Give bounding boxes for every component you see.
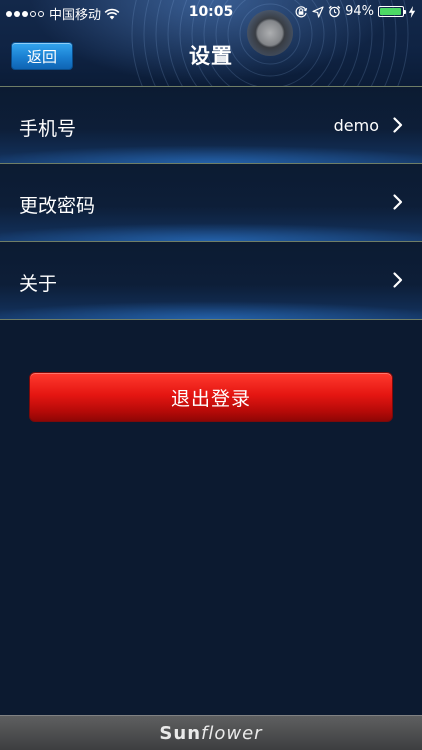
brand-part-flower: flower [201, 722, 263, 744]
settings-item-label: 关于 [19, 273, 58, 295]
settings-item-change-password[interactable]: 更改密码 [0, 164, 422, 242]
location-arrow-icon [312, 5, 324, 18]
battery-fill [380, 8, 401, 15]
brand-logo: Sunflower [159, 723, 262, 744]
chevron-right-icon [393, 194, 403, 210]
brand-part-sun: Sun [159, 722, 202, 744]
settings-item-label: 更改密码 [19, 195, 96, 217]
alarm-icon [328, 5, 341, 18]
settings-item-phone[interactable]: 手机号 demo [0, 86, 422, 164]
logout-button[interactable]: 退出登录 [29, 372, 393, 422]
page-title: 设置 [189, 44, 233, 68]
orientation-lock-icon [295, 5, 308, 17]
footer: Sunflower [0, 715, 422, 750]
status-right: 94% [294, 4, 416, 19]
lightning-icon [408, 5, 416, 18]
chevron-right-icon [393, 272, 403, 288]
header: 中国移动 10:05 94% 返回 设置 [0, 0, 422, 86]
settings-item-label: 手机号 [19, 118, 77, 140]
battery-percent: 94% [345, 4, 374, 19]
nav-bar: 返回 设置 [0, 24, 422, 86]
settings-item-about[interactable]: 关于 [0, 242, 422, 320]
phone-value: demo [333, 116, 379, 135]
assistive-touch-button[interactable] [247, 10, 293, 56]
status-bar: 中国移动 10:05 94% [0, 0, 422, 24]
battery-icon [378, 6, 406, 17]
settings-list: 手机号 demo 更改密码 关于 [0, 86, 422, 320]
chevron-right-icon [393, 117, 403, 133]
